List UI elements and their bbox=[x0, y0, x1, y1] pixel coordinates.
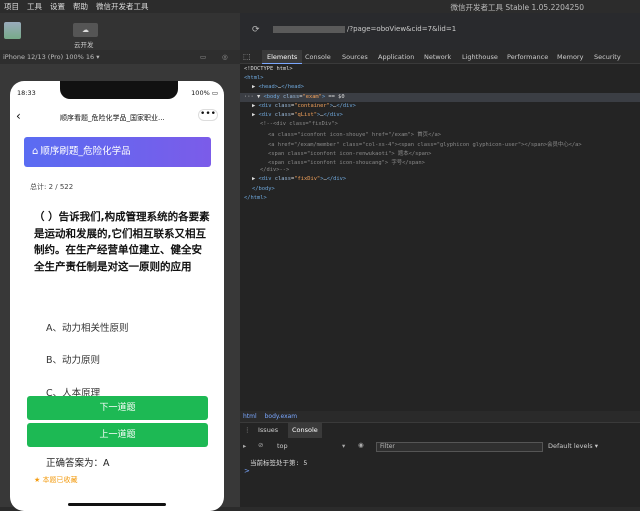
menu-help[interactable]: 帮助 bbox=[73, 1, 88, 12]
next-question-button[interactable]: 下一道题 bbox=[27, 396, 208, 420]
battery-level: 100% bbox=[191, 89, 210, 97]
dom-tree-line[interactable]: <!DOCTYPE html> bbox=[244, 66, 293, 72]
tab-performance[interactable]: Performance bbox=[507, 50, 548, 64]
app-title: 微信开发者工具 Stable 1.05.2204250 bbox=[450, 3, 584, 12]
simulator-bar: iPhone 12/13 (Pro) 100% 16 ▾ ▭ ◎ bbox=[0, 50, 240, 64]
dom-tree-line[interactable]: <html> bbox=[244, 75, 263, 81]
favorite-label: 本题已收藏 bbox=[42, 476, 78, 484]
menu-tools[interactable]: 工具 bbox=[27, 1, 42, 12]
tab-lighthouse[interactable]: Lighthouse bbox=[462, 50, 498, 64]
tab-sources[interactable]: Sources bbox=[342, 50, 368, 64]
more-menu-button[interactable]: ••• bbox=[198, 109, 218, 121]
breadcrumb-html[interactable]: html bbox=[243, 413, 257, 420]
status-battery: 100% ▭ bbox=[191, 89, 218, 97]
question-counter: 总计: 2 / 522 bbox=[30, 183, 74, 191]
home-indicator bbox=[68, 503, 166, 506]
tab-network[interactable]: Network bbox=[424, 50, 451, 64]
context-select[interactable]: top bbox=[277, 442, 288, 450]
phone-notch bbox=[60, 81, 178, 99]
console-log-line: 当前标签处于第: 5 bbox=[250, 459, 308, 467]
drawer-tabs: ⋮ Issues Console bbox=[240, 423, 640, 438]
favorite-status[interactable]: ★ 本题已收藏 bbox=[34, 475, 78, 485]
dom-tree-line[interactable]: <span class="iconfont icon-shoucang"> 字号… bbox=[268, 158, 425, 166]
option-b[interactable]: B、动力原则 bbox=[46, 352, 100, 366]
battery-icon: ▭ bbox=[211, 89, 218, 97]
dom-tree-line[interactable]: </html> bbox=[244, 195, 267, 201]
tab-application[interactable]: Application bbox=[378, 50, 414, 64]
cloud-dev-icon: ☁ bbox=[82, 26, 89, 34]
tab-console[interactable]: Console bbox=[305, 50, 331, 64]
inspect-icon[interactable]: ⬚ bbox=[243, 52, 251, 61]
url-redacted bbox=[273, 25, 345, 33]
nav-title: 顺序看题_危险化学品_国家职业... bbox=[60, 114, 165, 122]
nav-bar: ‹ 顺序看题_危险化学品_国家职业... ••• bbox=[10, 108, 224, 128]
cloud-dev-button[interactable]: ☁ bbox=[73, 23, 98, 37]
address-bar: ⟳ /?page=oboView&cid=7&lid=1 bbox=[240, 13, 640, 50]
console-drawer: ⋮ Issues Console ▸ ⊘ top ▾ ◉ Filter Defa… bbox=[240, 422, 640, 507]
clear-console-icon[interactable]: ⊘ bbox=[258, 441, 263, 449]
tab-console-drawer[interactable]: Console bbox=[288, 423, 322, 438]
device-selector[interactable]: iPhone 12/13 (Pro) 100% 16 ▾ bbox=[3, 53, 100, 61]
option-a[interactable]: A、动力相关性原则 bbox=[46, 320, 129, 334]
star-icon: ★ bbox=[34, 476, 41, 484]
menu-wechat-devtools[interactable]: 微信开发者工具 bbox=[96, 1, 149, 12]
menu-bar: 项目 工具 设置 帮助 微信开发者工具 微信开发者工具 Stable 1.05.… bbox=[0, 0, 640, 13]
simulator-area: 18:33 100% ▭ ‹ 顺序看题_危险化学品_国家职业... ••• ⌂ 顺… bbox=[0, 64, 240, 511]
drawer-menu-icon[interactable]: ⋮ bbox=[244, 423, 251, 438]
dom-tree-line[interactable]: ▶ <div class="qList">…</div> bbox=[252, 112, 343, 118]
refresh-icon[interactable]: ⟳ bbox=[252, 25, 260, 35]
back-icon[interactable]: ‹ bbox=[16, 108, 21, 124]
tab-issues[interactable]: Issues bbox=[258, 423, 278, 438]
levels-dropdown[interactable]: Default levels ▾ bbox=[548, 442, 598, 450]
url-suffix: /?page=oboView&cid=7&lid=1 bbox=[347, 25, 457, 33]
status-time: 18:33 bbox=[17, 89, 36, 97]
avatar[interactable] bbox=[4, 22, 21, 39]
context-dropdown-icon: ▾ bbox=[342, 442, 346, 450]
record-icon[interactable]: ◎ bbox=[222, 50, 228, 64]
sidebar-toggle-icon[interactable]: ▸ bbox=[243, 442, 246, 450]
eye-icon[interactable]: ◉ bbox=[358, 441, 364, 449]
tab-security[interactable]: Security bbox=[594, 50, 621, 64]
menu-project[interactable]: 项目 bbox=[4, 1, 19, 12]
console-toolbar: ▸ ⊘ top ▾ ◉ Filter Default levels ▾ bbox=[240, 440, 640, 453]
dom-tree-line[interactable]: ▶ <head>…</head> bbox=[252, 84, 304, 90]
menu-settings[interactable]: 设置 bbox=[50, 1, 65, 12]
dom-tree-line[interactable]: ··· ▼ <body class="exam"> == $0 bbox=[244, 94, 345, 100]
home-icon: ⌂ bbox=[32, 146, 39, 157]
phone-frame: 18:33 100% ▭ ‹ 顺序看题_危险化学品_国家职业... ••• ⌂ 顺… bbox=[10, 81, 224, 511]
dom-tree-line[interactable]: ▶ <div class="fixDiv">…</div> bbox=[252, 176, 346, 182]
section-banner: ⌂ 顺序刷题_危险化学品 bbox=[24, 137, 211, 167]
breadcrumb-body[interactable]: body.exam bbox=[265, 413, 298, 420]
dom-tree-line[interactable]: ▶ <div class="container">…</div> bbox=[252, 103, 356, 109]
tab-memory[interactable]: Memory bbox=[557, 50, 583, 64]
breadcrumb: html body.exam bbox=[240, 411, 640, 422]
elements-panel: <!DOCTYPE html> <html> ▶ <head>…</head> ···… bbox=[240, 64, 640, 411]
dom-tree-line[interactable]: <a href="/exam/member" class="col-xs-4">… bbox=[268, 140, 582, 148]
prev-question-button[interactable]: 上一道题 bbox=[27, 423, 208, 447]
url-field[interactable]: /?page=oboView&cid=7&lid=1 bbox=[273, 25, 456, 33]
filter-input[interactable]: Filter bbox=[376, 442, 543, 452]
banner-title: 顺序刷题_危险化学品 bbox=[40, 146, 131, 157]
tab-elements[interactable]: Elements bbox=[262, 50, 303, 64]
question-text: （ ）告诉我们,构成管理系统的各要素是运动和发展的,它们相互联系又相互制约。在生… bbox=[34, 211, 210, 273]
dom-tree-line[interactable]: <span class="iconfont icon-renwukaoti"> … bbox=[268, 149, 431, 157]
phone-rotate-icon[interactable]: ▭ bbox=[200, 50, 206, 64]
devtools-tabs: ⬚ Elements Console Sources Application N… bbox=[240, 50, 640, 64]
dom-tree-line[interactable]: <a class="iconfont icon-shouye" href="/e… bbox=[268, 130, 441, 138]
console-prompt[interactable]: > bbox=[244, 467, 250, 475]
dom-tree-line[interactable]: </div>--> bbox=[260, 167, 289, 173]
answer-text: 正确答案为：A bbox=[46, 458, 110, 469]
dom-tree-line[interactable]: </body> bbox=[252, 186, 275, 192]
cloud-dev-label: 云开发 bbox=[74, 41, 94, 49]
dom-tree-line[interactable]: <!--<div class="fixDiv"> bbox=[260, 121, 338, 127]
